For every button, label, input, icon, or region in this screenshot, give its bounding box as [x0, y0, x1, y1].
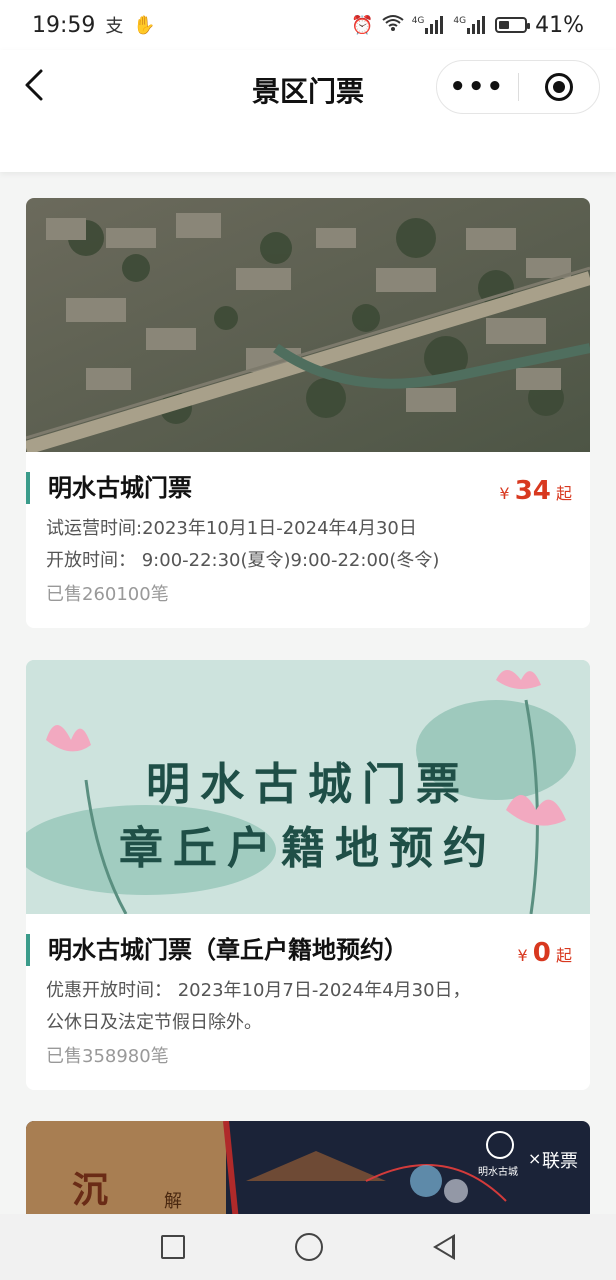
- back-triangle-icon[interactable]: [433, 1234, 455, 1260]
- ticket-card[interactable]: 明水古城门票 章丘户籍地预约 明水古城门票（章丘户籍地预约） ¥ 0 起 优惠开…: [26, 660, 590, 1090]
- status-bar: 19:59 支 ✋ ⏰ 4G 4G 41%: [0, 0, 616, 50]
- status-left: 19:59 支 ✋: [32, 12, 156, 38]
- ticket-card[interactable]: 沉 解 聊 明水古城 × 联票: [26, 1121, 590, 1221]
- trial-operation-time: 试运营时间:2023年10月1日-2024年4月30日: [46, 518, 417, 539]
- price-value: 0: [532, 938, 551, 968]
- logo-text: 明水古城: [478, 1167, 518, 1178]
- target-icon: [544, 73, 573, 101]
- banner-text-2: 解: [164, 1191, 182, 1212]
- sold-count: 已售260100笔: [46, 584, 169, 605]
- price: ¥ 34 起: [499, 476, 572, 506]
- wifi-icon: [382, 14, 404, 37]
- exclusion-note: 公休日及法定节假日除外。: [46, 1012, 262, 1033]
- price: ¥ 0 起: [518, 938, 572, 968]
- price-symbol: ¥: [499, 484, 510, 503]
- banner-text-1: 沉: [72, 1170, 109, 1211]
- lotus-banner: 明水古城门票 章丘户籍地预约: [26, 660, 590, 914]
- net-badge: 4G: [453, 16, 467, 26]
- signal-icon: 4G: [412, 16, 446, 34]
- price-value: 34: [514, 476, 551, 506]
- card-title: 明水古城门票: [26, 472, 192, 504]
- status-time: 19:59: [32, 12, 96, 38]
- close-miniapp-button[interactable]: [519, 73, 600, 101]
- price-suffix: 起: [555, 484, 572, 503]
- recents-icon[interactable]: [161, 1235, 185, 1259]
- card-title: 明水古城门票（章丘户籍地预约）: [26, 934, 408, 966]
- alipay-icon: 支: [105, 16, 124, 37]
- cross-mark: ×: [528, 1149, 542, 1168]
- discount-opening-time: 优惠开放时间： 2023年10月7日-2024年4月30日，: [46, 980, 471, 1001]
- system-nav-bar: [0, 1214, 616, 1280]
- event-banner: 沉 解 聊 明水古城 × 联票: [26, 1121, 590, 1221]
- signal-icon: 4G: [453, 16, 487, 34]
- more-button[interactable]: •••: [437, 60, 518, 114]
- battery-text: 41%: [535, 12, 584, 38]
- banner-line-1: 明水古城门票: [146, 759, 470, 810]
- status-right: ⏰ 4G 4G 41%: [351, 13, 584, 38]
- alarm-icon: ⏰: [351, 14, 374, 36]
- price-symbol: ¥: [517, 946, 528, 965]
- miniapp-capsule: •••: [436, 60, 600, 114]
- navbar: 景区门票 •••: [0, 50, 616, 172]
- net-badge: 4G: [411, 16, 425, 26]
- aerial-ancient-city-photo: [26, 198, 590, 452]
- banner-line-2: 章丘户籍地预约: [119, 823, 497, 874]
- home-icon[interactable]: [295, 1233, 323, 1261]
- price-suffix: 起: [555, 946, 572, 965]
- battery-icon: [495, 17, 531, 33]
- opening-hours: 开放时间： 9:00-22:30(夏令)9:00-22:00(冬令): [46, 550, 440, 571]
- ticket-card[interactable]: 明水古城门票 ¥ 34 起 试运营时间:2023年10月1日-2024年4月30…: [26, 198, 590, 628]
- sold-count: 已售358980笔: [46, 1046, 169, 1067]
- partner-text: 联票: [542, 1151, 578, 1172]
- logo-icon: [486, 1131, 514, 1159]
- hand-icon: ✋: [133, 14, 156, 36]
